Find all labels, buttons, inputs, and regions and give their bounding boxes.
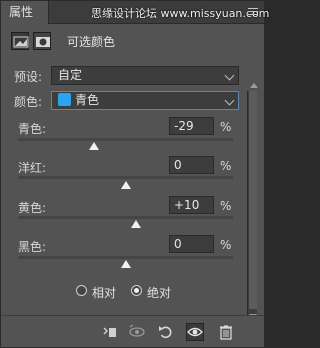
adjustment-title: 可选颜色	[67, 35, 116, 49]
relative-radio[interactable]	[76, 285, 87, 296]
chevron-down-icon	[224, 70, 235, 81]
yellow-value-field[interactable]: +10	[169, 196, 214, 214]
percent-label: %	[220, 159, 232, 173]
percent-label: %	[220, 199, 232, 213]
black-slider-thumb[interactable]	[120, 260, 131, 268]
black-slider-track[interactable]	[18, 256, 233, 259]
magenta-label: 洋红:	[18, 161, 47, 175]
reset-icon[interactable]	[157, 323, 175, 341]
colors-label: 颜色:	[14, 95, 43, 109]
yellow-slider-track[interactable]	[18, 216, 233, 219]
chevron-down-icon	[224, 95, 235, 106]
yellow-label: 黄色:	[18, 201, 47, 215]
absolute-label: 绝对	[147, 286, 172, 300]
properties-panel: 属性 思缘设计论坛 www.missyuan.com 可选颜色 预设: 自定 颜…	[0, 0, 269, 348]
black-label: 黑色:	[18, 240, 47, 254]
yellow-slider-thumb[interactable]	[131, 220, 142, 228]
clip-to-layer-icon[interactable]	[101, 323, 119, 341]
preset-select[interactable]: 自定	[51, 66, 239, 85]
absolute-radio[interactable]	[131, 285, 142, 296]
relative-label: 相对	[92, 286, 117, 300]
percent-label: %	[220, 238, 232, 252]
percent-label: %	[220, 120, 232, 134]
preset-value: 自定	[58, 68, 83, 82]
view-previous-icon[interactable]	[128, 323, 146, 341]
trash-icon[interactable]	[217, 323, 235, 341]
magenta-value-field[interactable]: 0	[169, 156, 214, 174]
panel-tab-bar: 属性 思缘设计论坛 www.missyuan.com	[1, 1, 269, 24]
black-value-field[interactable]: 0	[169, 235, 214, 253]
adjustment-layer-icon[interactable]	[11, 32, 29, 50]
scroll-up-arrow-icon[interactable]	[250, 83, 258, 88]
cyan-slider-thumb[interactable]	[89, 142, 100, 150]
colors-select[interactable]: 青色	[51, 91, 239, 110]
tab-properties[interactable]: 属性	[1, 1, 49, 24]
magenta-slider-track[interactable]	[18, 176, 233, 179]
magenta-slider-thumb[interactable]	[120, 181, 131, 189]
layer-mask-icon[interactable]	[33, 32, 51, 50]
color-swatch	[58, 93, 71, 106]
watermark-text: 思缘设计论坛 www.missyuan.com	[91, 7, 270, 20]
preset-label: 预设:	[14, 70, 43, 84]
cyan-label: 青色:	[18, 122, 47, 136]
visibility-eye-icon[interactable]	[186, 323, 204, 341]
panel-menu-icon[interactable]	[248, 8, 258, 17]
scrollbar-thumb[interactable]	[249, 91, 257, 309]
colors-value: 青色	[75, 93, 100, 107]
cyan-value-field[interactable]: -29	[169, 117, 214, 135]
scrollbar[interactable]	[247, 91, 257, 321]
panel-footer	[1, 315, 264, 347]
cyan-slider-track[interactable]	[18, 138, 233, 141]
